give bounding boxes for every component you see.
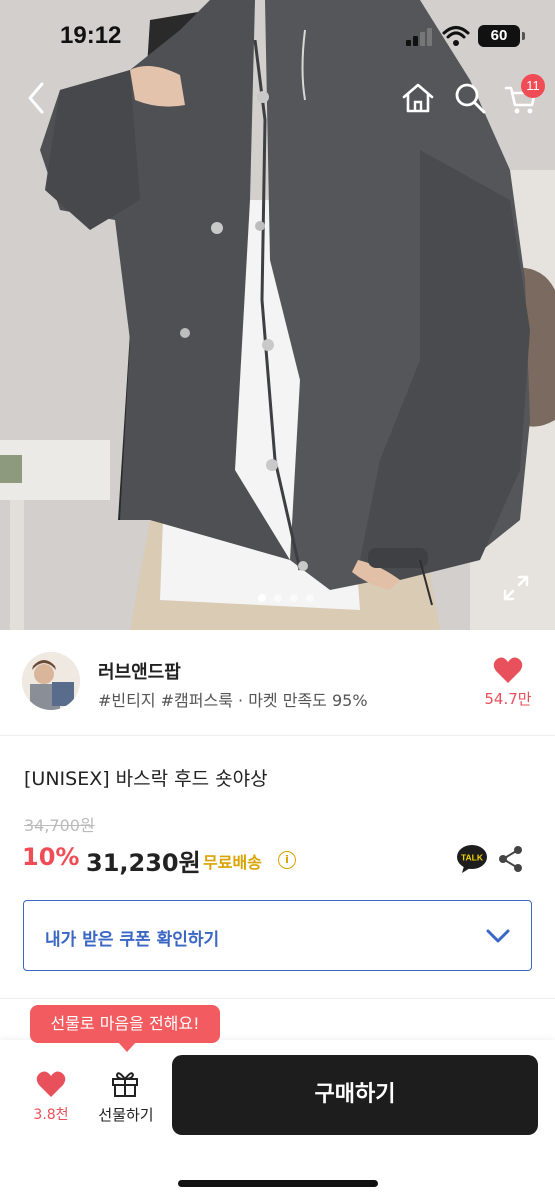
cart-count-badge: 11 <box>521 74 545 98</box>
pagination-dot <box>306 594 314 602</box>
store-row[interactable]: 러브앤드팝 #빈티지 #캠퍼스룩 · 마켓 만족도 95% 54.7만 <box>0 630 555 736</box>
product-title: [UNISEX] 바스락 후드 숏야상 <box>24 768 268 790</box>
wishlist-count: 3.8천 <box>33 1107 69 1123</box>
chevron-down-icon <box>486 929 510 943</box>
original-price: 34,700원 <box>24 816 95 835</box>
coupon-check-button[interactable]: 내가 받은 쿠폰 확인하기 <box>23 900 532 971</box>
store-name[interactable]: 러브앤드팝 <box>98 658 181 684</box>
buy-button[interactable]: 구매하기 <box>172 1055 538 1135</box>
back-icon[interactable] <box>20 80 56 116</box>
shipping-info-icon[interactable]: i <box>278 851 296 869</box>
store-avatar[interactable] <box>22 652 80 710</box>
search-icon[interactable] <box>452 80 488 116</box>
status-time: 19:12 <box>60 22 122 49</box>
signal-icon <box>406 28 434 46</box>
store-tags: #빈티지 #캠퍼스룩 · 마켓 만족도 95% <box>98 691 368 710</box>
pagination-dot <box>258 594 266 602</box>
battery-icon: 60 <box>478 25 525 47</box>
pagination-dot <box>274 594 282 602</box>
sale-price: 31,230원 <box>86 849 201 877</box>
home-icon[interactable] <box>400 80 436 116</box>
store-like-heart-icon[interactable] <box>493 656 523 684</box>
home-indicator <box>178 1180 378 1187</box>
discount-rate: 10% <box>22 843 80 871</box>
talk-icon[interactable]: TALK <box>456 844 488 874</box>
store-like-count: 54.7만 <box>484 690 532 708</box>
wifi-icon <box>442 26 470 46</box>
gift-icon[interactable] <box>110 1068 140 1098</box>
pagination-dot <box>290 594 298 602</box>
gallery-pagination <box>258 594 314 602</box>
gift-button-label[interactable]: 선물하기 <box>88 1104 164 1125</box>
expand-icon[interactable] <box>502 574 530 602</box>
share-icon[interactable] <box>497 845 525 873</box>
product-image[interactable]: 19:12 60 11 <box>0 0 555 630</box>
wishlist-heart-icon[interactable] <box>36 1070 66 1098</box>
coupon-label: 내가 받은 쿠폰 확인하기 <box>45 930 220 950</box>
status-bar: 19:12 60 <box>0 0 555 74</box>
section-divider <box>0 998 555 999</box>
gift-tooltip: 선물로 마음을 전해요! <box>30 1005 220 1052</box>
svg-text:TALK: TALK <box>461 853 484 863</box>
free-shipping-label: 무료배송 <box>203 853 262 872</box>
